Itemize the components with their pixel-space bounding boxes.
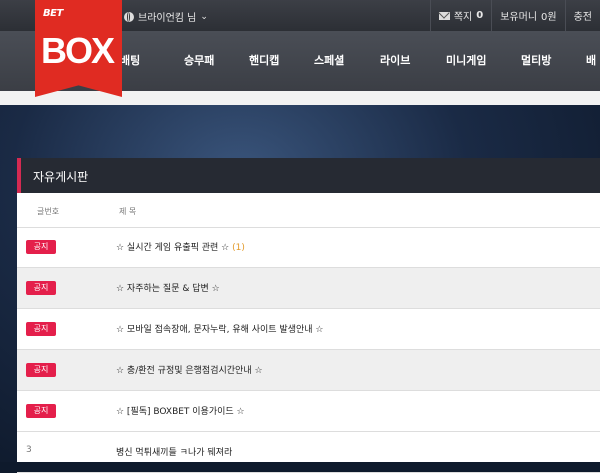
post-title[interactable]: ☆ 실시간 게임 유출픽 관련 ☆ (1)	[116, 240, 245, 253]
post-title[interactable]: 병신 먹튀새끼들 ㅋ나가 뒈져라	[116, 445, 232, 458]
nav-item-mini-game[interactable]: 미니게임	[446, 31, 486, 91]
nav-item-live[interactable]: 라이브	[380, 31, 410, 91]
messages-label: 쪽지	[453, 12, 473, 23]
messages-link[interactable]: 쪽지 0	[429, 0, 491, 31]
nav-item-multi-room[interactable]: 멀티방	[521, 31, 551, 91]
globe-icon	[124, 11, 134, 22]
column-number: 글번호	[37, 207, 60, 216]
table-row[interactable]: 공지 ☆ [필독] BOXBET 이용가이드 ☆	[17, 391, 600, 432]
nav-divider	[0, 91, 600, 105]
table-row[interactable]: 3 병신 먹튀새끼들 ㅋ나가 뒈져라	[17, 432, 600, 473]
messages-count: 0	[476, 10, 484, 21]
nav-item-win-draw-lose[interactable]: 승무패	[184, 31, 214, 91]
user-menu[interactable]: 브라이언킴 님 ⌄	[124, 9, 208, 24]
logo-big-text: BOX	[41, 30, 115, 71]
balance: 보유머니 0원	[491, 0, 564, 31]
post-number: 3	[26, 445, 32, 455]
nav-item-handicap[interactable]: 핸디캡	[249, 31, 279, 91]
user-name: 브라이언킴 님	[138, 13, 197, 24]
nav-item-cross-betting[interactable]: 배팅	[120, 31, 140, 91]
charge-link[interactable]: 충전	[564, 0, 600, 31]
site-logo[interactable]: BET BOX	[35, 0, 122, 97]
board-title: 자유게시판	[33, 170, 89, 184]
nav-item-betting[interactable]: 배	[586, 31, 596, 91]
table-row[interactable]: 공지 ☆ 자주하는 질문 & 답변 ☆	[17, 268, 600, 309]
notice-badge: 공지	[26, 240, 56, 254]
balance-value: 0원	[541, 12, 557, 23]
board-header: 자유게시판	[17, 158, 600, 193]
post-title[interactable]: ☆ [필독] BOXBET 이용가이드 ☆	[116, 404, 245, 417]
column-subject: 제 목	[119, 207, 137, 216]
post-title[interactable]: ☆ 충/환전 규정및 은행점검시간안내 ☆	[116, 363, 263, 376]
table-row[interactable]: 공지 ☆ 모바일 접속장애, 문자누락, 유해 사이트 발생안내 ☆	[17, 309, 600, 350]
comment-count: (1)	[232, 243, 245, 253]
post-subject: ☆ 실시간 게임 유출픽 관련 ☆	[116, 243, 230, 253]
table-row[interactable]: 공지 ☆ 충/환전 규정및 은행점검시간안내 ☆	[17, 350, 600, 391]
chevron-down-icon: ⌄	[200, 11, 208, 22]
post-title[interactable]: ☆ 모바일 접속장애, 문자누락, 유해 사이트 발생안내 ☆	[116, 322, 324, 335]
balance-label: 보유머니	[500, 12, 538, 23]
charge-label: 충전	[573, 12, 592, 23]
post-title[interactable]: ☆ 자주하는 질문 & 답변 ☆	[116, 281, 220, 294]
notice-badge: 공지	[26, 404, 56, 418]
free-board: 자유게시판 글번호 제 목 공지 ☆ 실시간 게임 유출픽 관련 ☆ (1) 공…	[17, 158, 600, 473]
notice-badge: 공지	[26, 281, 56, 295]
table-row[interactable]: 공지 ☆ 실시간 게임 유출픽 관련 ☆ (1)	[17, 227, 600, 268]
logo-small-text: BET	[43, 8, 63, 19]
mail-icon	[438, 11, 450, 20]
nav-item-special[interactable]: 스페셜	[314, 31, 344, 91]
notice-badge: 공지	[26, 322, 56, 336]
notice-badge: 공지	[26, 363, 56, 377]
board-columns: 글번호 제 목	[17, 193, 600, 228]
